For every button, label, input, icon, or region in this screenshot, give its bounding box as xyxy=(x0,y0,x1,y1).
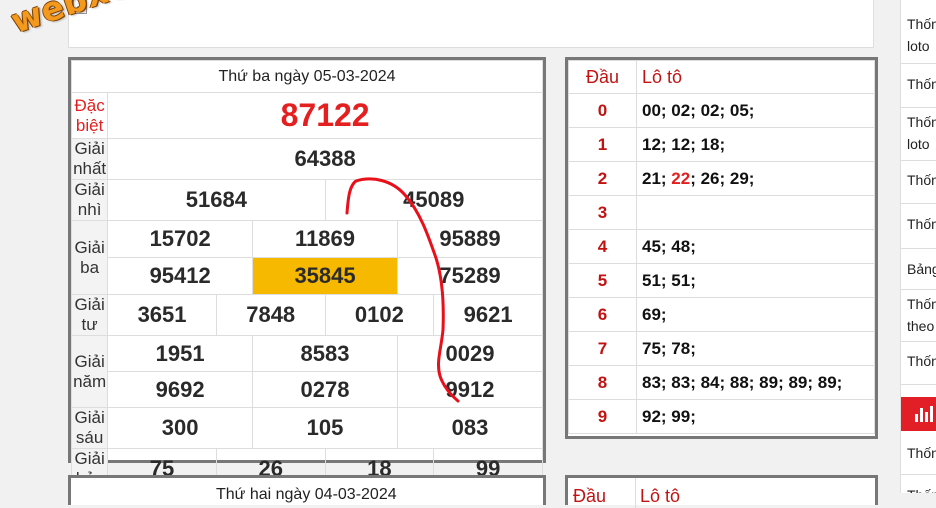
prize-label-dac-biet: Đặc biệt xyxy=(70,92,109,139)
prize-value-dac-biet: 87122 xyxy=(107,92,543,139)
prize-label-giai-nam: Giải năm xyxy=(70,335,109,408)
loto-values: 00; 02; 02; 05; xyxy=(636,93,875,128)
prize-value: 105 xyxy=(252,407,398,449)
prize-label-giai-nhi: Giải nhì xyxy=(70,179,109,221)
loto-values: 75; 78; xyxy=(636,331,875,366)
loto-dau: 1 xyxy=(568,127,637,162)
prize-value: 95889 xyxy=(396,220,544,258)
prize-label-giai-tu: Giải tư xyxy=(70,294,109,336)
sidebar-link[interactable]: Thốn xyxy=(907,13,936,35)
prize-value: 300 xyxy=(107,407,254,449)
prize-value: 1951 xyxy=(107,335,254,372)
sidebar-link[interactable]: loto xyxy=(907,133,930,155)
sidebar-link[interactable]: Thốn xyxy=(907,442,936,464)
next-loto-header-loto: Lô tô xyxy=(640,486,681,506)
lottery-results-table: Thứ ba ngày 05-03-2024 Đặc biệt 87122 Gi… xyxy=(68,57,546,490)
loto-dau: 6 xyxy=(568,297,637,332)
loto-dau: 9 xyxy=(568,399,637,434)
sidebar-link[interactable]: Thốn xyxy=(907,73,936,95)
loto-header-dau: Đầu xyxy=(568,60,637,94)
prize-value: 9621 xyxy=(433,294,543,336)
loto-values xyxy=(636,195,875,230)
prize-value: 3651 xyxy=(107,294,217,336)
prize-value: 75289 xyxy=(396,257,544,295)
sidebar-link[interactable]: Bảng xyxy=(907,258,936,280)
prize-label-giai-nhat: Giải nhất xyxy=(70,138,109,180)
prize-label-giai-sau: Giải sáu xyxy=(70,407,109,449)
next-results-date-header: Thứ hai ngày 04-03-2024 xyxy=(216,486,397,503)
loto-values: 92; 99; xyxy=(636,399,875,434)
sidebar-link[interactable]: Thốn xyxy=(907,484,936,493)
sidebar-link[interactable]: Thốn xyxy=(907,111,936,133)
sidebar-link[interactable]: Thốn xyxy=(907,350,936,372)
loto-dau: 2 xyxy=(568,161,637,196)
next-results-table: Thứ hai ngày 04-03-2024 xyxy=(68,475,546,505)
loto-values: 45; 48; xyxy=(636,229,875,264)
prize-value: 083 xyxy=(396,407,544,449)
prize-value: 11869 xyxy=(252,220,398,258)
sidebar-link[interactable]: Thốn xyxy=(907,213,936,235)
prize-value: 9692 xyxy=(107,371,254,408)
right-sidebar: Thốn loto Thốn Thốn loto Thốn Thốn Bảng … xyxy=(900,0,936,493)
loto-dau: 8 xyxy=(568,365,637,400)
prize-value: 15702 xyxy=(107,220,254,258)
prize-value: 0278 xyxy=(252,371,398,408)
loto-values: 83; 83; 84; 88; 89; 89; 89; xyxy=(636,365,875,400)
prize-value: 7848 xyxy=(215,294,326,336)
sidebar-link[interactable]: theo xyxy=(907,315,934,337)
results-date-header: Thứ ba ngày 05-03-2024 xyxy=(71,60,543,93)
loto-header-loto: Lô tô xyxy=(636,60,875,94)
sidebar-link[interactable]: Thốn xyxy=(907,169,936,191)
prize-value: 51684 xyxy=(107,179,326,221)
loto-dau: 7 xyxy=(568,331,637,366)
next-loto-table: Đầu Lô tô xyxy=(565,475,878,508)
prize-value: 0029 xyxy=(396,335,544,372)
prize-value: 0102 xyxy=(324,294,435,336)
loto-dau: 4 xyxy=(568,229,637,264)
prize-value: 45089 xyxy=(324,179,544,221)
loto-dau: 0 xyxy=(568,93,637,128)
loto-dau: 5 xyxy=(568,263,637,298)
loto-special-highlight: 22 xyxy=(671,168,691,188)
loto-values: 69; xyxy=(636,297,875,332)
sidebar-link[interactable]: loto xyxy=(907,35,930,57)
prize-value: 9912 xyxy=(396,371,544,408)
loto-values: 12; 12; 18; xyxy=(636,127,875,162)
prize-value: 8583 xyxy=(252,335,398,372)
prize-value: 95412 xyxy=(107,257,254,295)
prize-label-giai-ba: Giải ba xyxy=(70,220,109,295)
banner-image xyxy=(68,0,874,48)
prize-value-highlighted: 35845 xyxy=(252,257,398,295)
sidebar-link[interactable]: Thốn xyxy=(907,293,936,315)
loto-values: 21; 22; 26; 29; xyxy=(636,161,875,196)
bar-chart-icon xyxy=(915,406,935,422)
loto-table: Đầu Lô tô 0 00; 02; 02; 05; 1 12; 12; 18; … xyxy=(565,57,878,439)
sidebar-section-header xyxy=(901,397,936,431)
loto-values: 51; 51; xyxy=(636,263,875,298)
loto-dau: 3 xyxy=(568,195,637,230)
next-loto-header-dau: Đầu xyxy=(573,486,607,506)
prize-value: 64388 xyxy=(107,138,543,180)
